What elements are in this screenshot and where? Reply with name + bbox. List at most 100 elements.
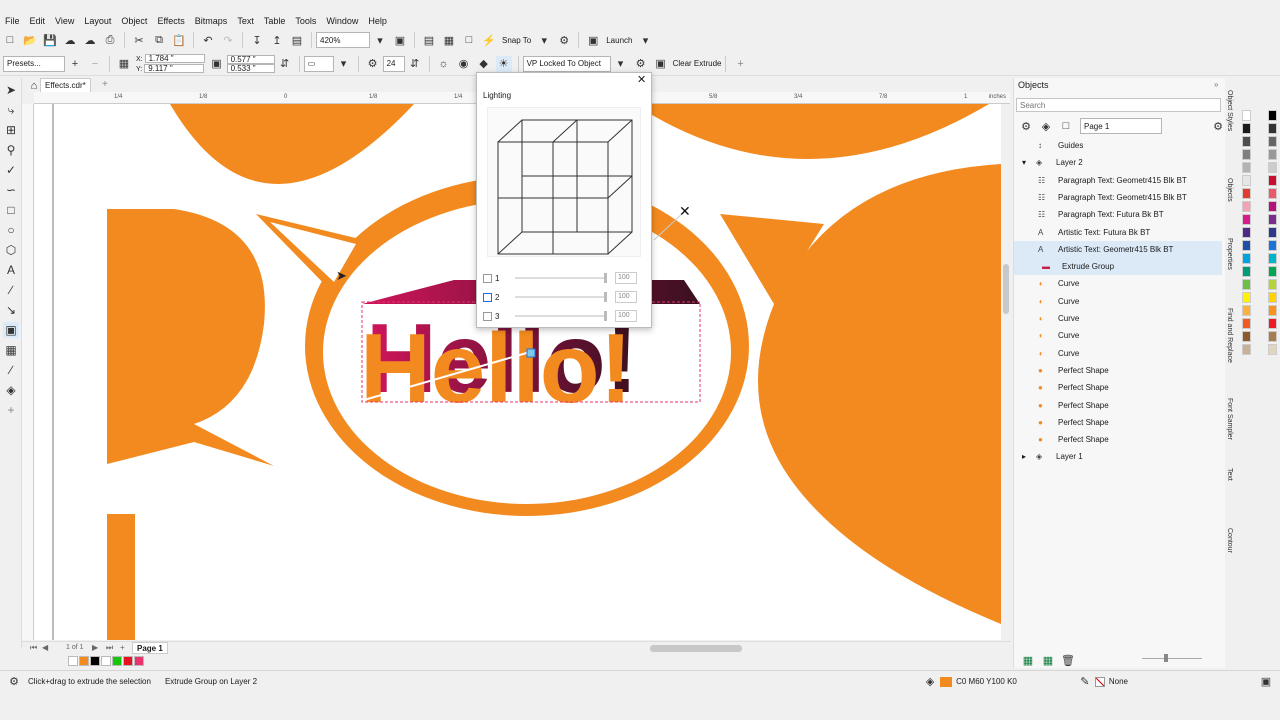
document-palette-swatch[interactable]: [79, 656, 89, 666]
color-swatch[interactable]: [1242, 266, 1251, 277]
parallel-dimension-tool-icon[interactable]: ∕: [3, 282, 19, 298]
vp-dropdown-arrow-icon[interactable]: ▾: [613, 56, 629, 72]
color-swatch[interactable]: [1242, 214, 1251, 225]
menu-table[interactable]: Table: [259, 16, 291, 26]
status-gear-icon[interactable]: ⚙: [6, 674, 22, 690]
export-icon[interactable]: ↥: [269, 32, 285, 48]
page-dropdown[interactable]: Page 1: [1080, 118, 1162, 134]
color-swatch[interactable]: [1268, 266, 1277, 277]
light-checkbox[interactable]: [483, 292, 492, 302]
color-swatch[interactable]: [1242, 253, 1251, 264]
color-swatch[interactable]: [1242, 240, 1251, 251]
menu-help[interactable]: Help: [363, 16, 392, 26]
save-icon[interactable]: 💾: [42, 32, 58, 48]
interactive-fill-tool-icon[interactable]: ◈: [3, 382, 19, 398]
copy-extrude-icon[interactable]: ⚙: [633, 56, 649, 72]
cloud-download-icon[interactable]: ☁: [82, 32, 98, 48]
presets-dropdown[interactable]: Presets...: [3, 55, 65, 72]
menu-layout[interactable]: Layout: [79, 16, 116, 26]
document-palette-swatch[interactable]: [68, 656, 78, 666]
color-swatch[interactable]: [1268, 201, 1277, 212]
color-swatch[interactable]: [1268, 292, 1277, 303]
color-swatch[interactable]: [1268, 305, 1277, 316]
add-icon[interactable]: +: [732, 56, 748, 72]
color-swatch[interactable]: [1268, 253, 1277, 264]
extrude-bevel-icon[interactable]: ◆: [476, 56, 492, 72]
expand-toggle-icon[interactable]: ▸: [1022, 452, 1032, 461]
import-icon[interactable]: ↧: [249, 32, 265, 48]
color-swatch[interactable]: [1268, 123, 1277, 134]
snap-to-button[interactable]: Snap To: [502, 36, 531, 45]
launch-dropdown-icon[interactable]: ▾: [637, 32, 653, 48]
color-swatch[interactable]: [1268, 318, 1277, 329]
light-intensity-slider[interactable]: [515, 292, 607, 302]
color-swatch[interactable]: [1268, 188, 1277, 199]
color-swatch[interactable]: [1268, 240, 1277, 251]
page-nav-next-icon[interactable]: ▶: [92, 643, 98, 652]
crop-tool-icon[interactable]: ⊞: [3, 122, 19, 138]
document-palette-swatch[interactable]: [112, 656, 122, 666]
document-tab[interactable]: Effects.cdr*: [40, 78, 91, 92]
docker-tab[interactable]: Object Styles: [1226, 90, 1233, 131]
print-icon[interactable]: ⎙: [102, 32, 118, 48]
light-intensity-field[interactable]: 100: [615, 291, 637, 303]
object-row[interactable]: ◖ Curve: [1014, 345, 1222, 362]
docker-tab[interactable]: Text: [1226, 468, 1233, 481]
light-intensity-field[interactable]: 100: [615, 272, 637, 284]
close-icon[interactable]: ✕: [637, 73, 646, 86]
object-row[interactable]: ◖ Curve: [1014, 275, 1222, 292]
fill-bucket-icon[interactable]: ◈: [922, 674, 938, 690]
clear-extrude-icon[interactable]: ▣: [653, 56, 669, 72]
snap-icon[interactable]: ⚡: [481, 32, 497, 48]
object-row[interactable]: ▸ ◈ Layer 1: [1014, 448, 1222, 465]
clear-extrude-button[interactable]: Clear Extrude: [673, 59, 722, 68]
lighting-preview[interactable]: [487, 107, 641, 257]
orange-shape-top-left[interactable]: [170, 104, 414, 184]
menu-edit[interactable]: Edit: [25, 16, 51, 26]
color-swatch[interactable]: [1268, 149, 1277, 160]
x-field[interactable]: 1.784 ": [144, 53, 205, 63]
object-row[interactable]: ● Perfect Shape: [1014, 362, 1222, 379]
pdf-icon[interactable]: ▤: [289, 32, 305, 48]
orange-speech-bubble-left[interactable]: [107, 209, 274, 466]
menu-view[interactable]: View: [50, 16, 79, 26]
document-palette-swatch[interactable]: [123, 656, 133, 666]
docker-tab[interactable]: Font Sampler: [1226, 398, 1233, 440]
object-row[interactable]: ● Perfect Shape: [1014, 397, 1222, 414]
object-row[interactable]: ● Perfect Shape: [1014, 431, 1222, 448]
object-row[interactable]: ● Perfect Shape: [1014, 379, 1222, 396]
zoom-level-field[interactable]: 420%: [316, 32, 370, 48]
cut-icon[interactable]: ✂: [131, 32, 147, 48]
light-intensity-slider[interactable]: [515, 311, 607, 321]
new-tab-icon[interactable]: +: [102, 79, 108, 90]
height-field[interactable]: 0.533 ": [226, 63, 275, 73]
connector-tool-icon[interactable]: ↘: [3, 302, 19, 318]
page-nav-first-icon[interactable]: ⏮: [30, 643, 37, 653]
color-swatch[interactable]: [1242, 175, 1251, 186]
document-palette-swatch[interactable]: [134, 656, 144, 666]
color-swatch[interactable]: [1268, 162, 1277, 173]
color-swatch[interactable]: [1242, 227, 1251, 238]
freehand-tool-icon[interactable]: ✓: [3, 162, 19, 178]
color-swatch[interactable]: [1242, 123, 1251, 134]
new-layer-icon[interactable]: ▦: [1020, 652, 1036, 668]
page-nav-prev-icon[interactable]: ◀: [42, 643, 48, 652]
vertical-scroll-thumb[interactable]: [1003, 264, 1009, 314]
object-row[interactable]: ▾ ◈ Layer 2: [1014, 154, 1222, 171]
light-intensity-field[interactable]: 100: [615, 310, 637, 322]
show-rulers-icon[interactable]: ▤: [421, 32, 437, 48]
object-row[interactable]: ☷ Paragraph Text: Futura Bk BT: [1014, 206, 1222, 223]
object-row[interactable]: ☷ Paragraph Text: Geometr415 Blk BT: [1014, 172, 1222, 189]
eyedropper-tool-icon[interactable]: ∕: [3, 362, 19, 378]
color-swatch[interactable]: [1242, 136, 1251, 147]
launch-button[interactable]: Launch: [606, 36, 632, 45]
copy-icon[interactable]: ⧉: [151, 32, 167, 48]
snap-dropdown-icon[interactable]: ▾: [536, 32, 552, 48]
add-page-icon[interactable]: +: [120, 643, 125, 652]
color-swatch[interactable]: [1268, 175, 1277, 186]
menu-text[interactable]: Text: [232, 16, 259, 26]
color-swatch[interactable]: [1242, 344, 1251, 355]
show-grid-icon[interactable]: ▦: [441, 32, 457, 48]
zoom-slider[interactable]: [1142, 658, 1202, 659]
light-checkbox[interactable]: [483, 273, 492, 283]
